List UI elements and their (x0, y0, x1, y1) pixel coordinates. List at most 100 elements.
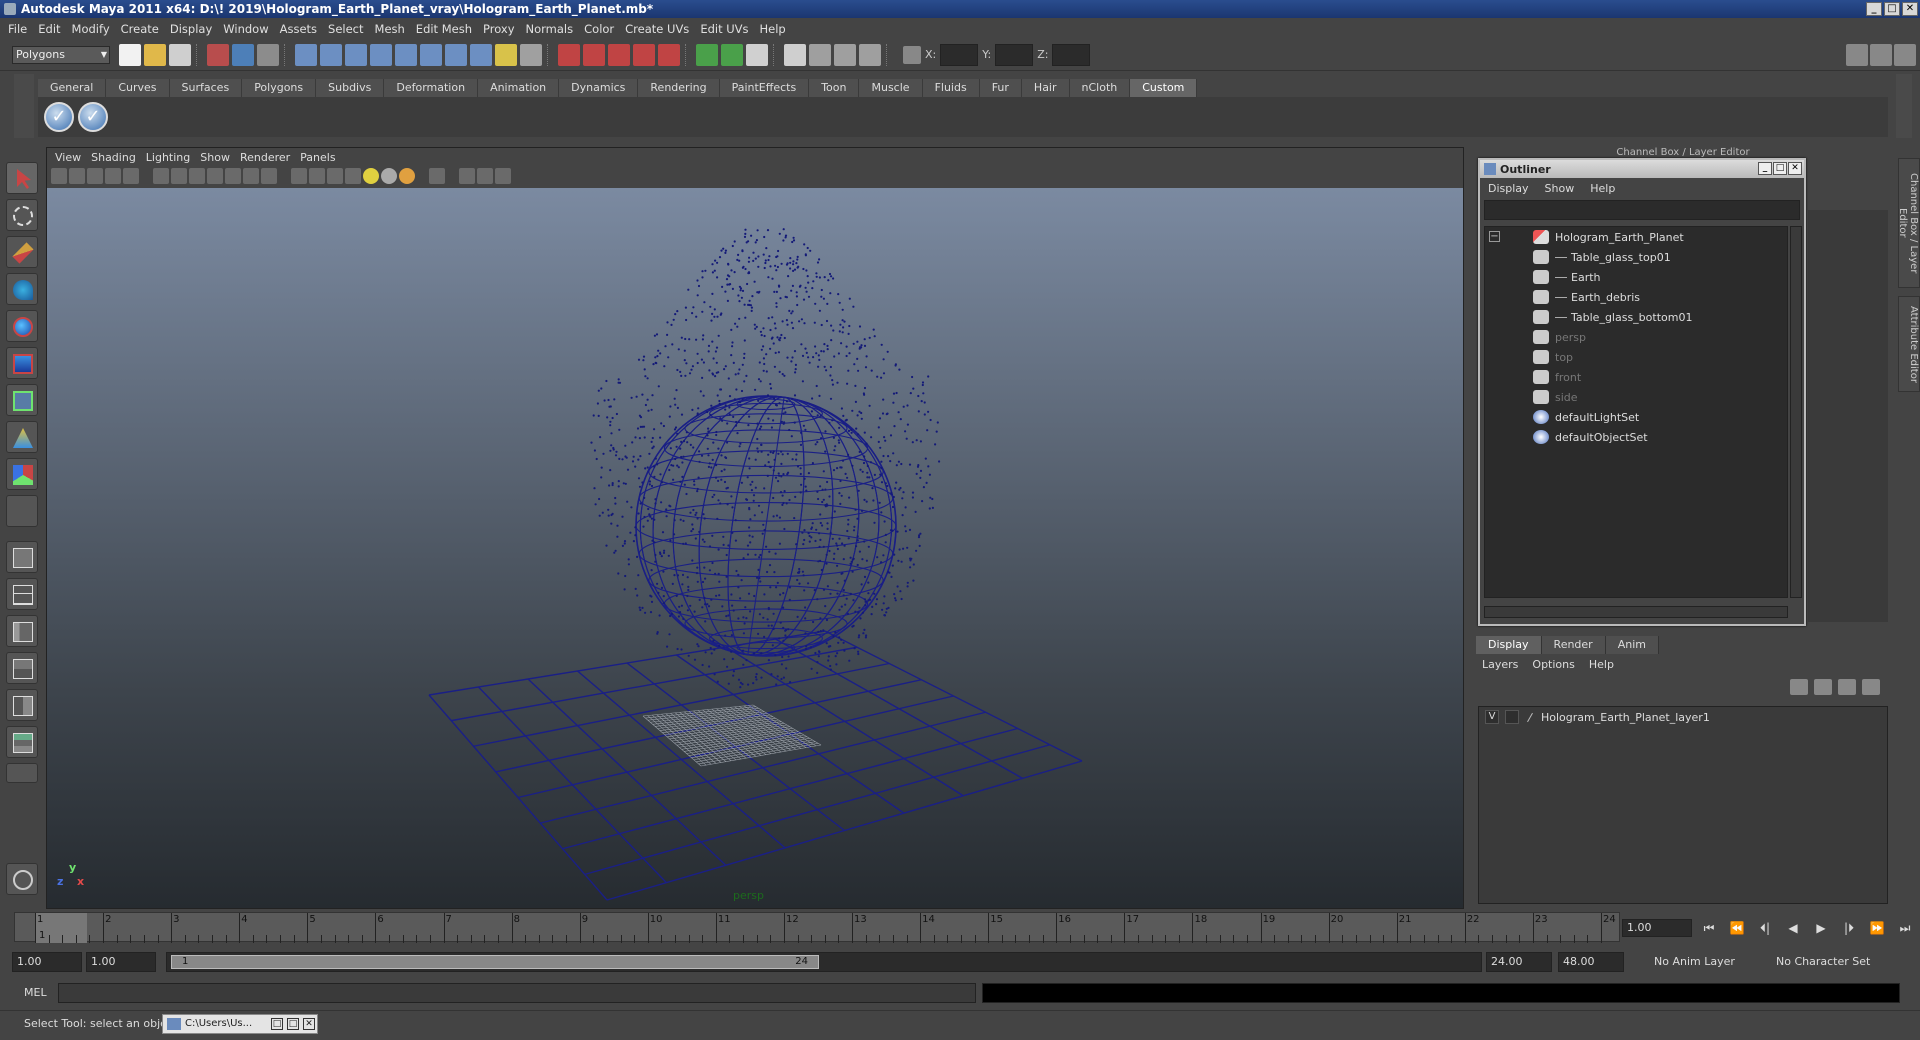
outliner-item[interactable]: front (1485, 367, 1787, 387)
step-back-key-button[interactable]: ⏪ (1726, 919, 1748, 937)
outliner-vertical-scrollbar[interactable] (1790, 226, 1802, 598)
side-tab-channel-box[interactable]: Channel Box / Layer Editor (1897, 158, 1920, 288)
shelf-left-menu[interactable] (14, 74, 34, 138)
range-slider[interactable]: 1 24 (166, 952, 1482, 972)
viewport-menu-lighting[interactable]: Lighting (144, 151, 198, 164)
persp-graph-hypergraph-layout[interactable] (6, 726, 38, 758)
show-hide-tool-settings-icon[interactable] (1870, 43, 1892, 66)
viewport-menu-view[interactable]: View (53, 151, 89, 164)
outliner-item[interactable]: Table_glass_top01 (1485, 247, 1787, 267)
smooth-shade-icon[interactable] (171, 168, 187, 184)
select-rendering-icon[interactable] (445, 43, 467, 66)
go-to-end-button[interactable]: ⏭ (1894, 919, 1916, 937)
layer-color-swatch[interactable] (1527, 712, 1533, 722)
select-camera-icon[interactable] (51, 168, 67, 184)
show-manipulator-tool[interactable] (6, 458, 38, 490)
shelf-tab-curves[interactable]: Curves (106, 79, 170, 97)
shelf-tab-subdivs[interactable]: Subdivs (316, 79, 385, 97)
layer-visibility-toggle[interactable]: V (1485, 710, 1499, 724)
outliner-item[interactable]: defaultLightSet (1485, 407, 1787, 427)
outliner-item[interactable]: defaultObjectSet (1485, 427, 1787, 447)
shelf-tab-hair[interactable]: Hair (1021, 79, 1070, 97)
shelf-tab-deformation[interactable]: Deformation (384, 79, 479, 97)
rotate-tool[interactable] (6, 310, 38, 342)
four-view-layout[interactable] (6, 578, 38, 610)
shelf-scroll-arrows[interactable] (1896, 74, 1912, 138)
paint-select-tool[interactable] (6, 236, 38, 268)
bookmark-icon[interactable] (87, 168, 103, 184)
sphere-orange-icon[interactable] (399, 168, 415, 184)
layer-tab-render[interactable]: Render (1541, 636, 1606, 654)
command-input[interactable] (58, 983, 976, 1003)
create-empty-layer-icon[interactable] (1838, 679, 1856, 695)
outliner-title-bar[interactable]: Outliner _ □ ✕ (1480, 160, 1804, 178)
go-to-start-button[interactable]: ⏮ (1698, 919, 1720, 937)
single-perspective-layout[interactable] (6, 541, 38, 573)
select-joints-icon[interactable] (320, 43, 342, 66)
playback-end-field[interactable]: 24.00 (1486, 952, 1552, 972)
show-hide-attribute-editor-icon[interactable] (1846, 43, 1868, 66)
shelf-tab-rendering[interactable]: Rendering (638, 79, 720, 97)
menu-modify[interactable]: Modify (70, 22, 119, 36)
close-button[interactable]: ✕ (1902, 2, 1918, 16)
outliner-filter-field[interactable] (1484, 200, 1800, 220)
time-slider[interactable]: 1 1 2 3 4 5 6 7 8 9 10 11 12 13 14 15 16 17 18 19 20 21 22 23 2… (14, 912, 1620, 943)
shelf-tab-polygons[interactable]: Polygons (242, 79, 317, 97)
select-handles-icon[interactable] (295, 43, 317, 66)
minimize-button[interactable]: _ (1866, 2, 1882, 16)
textured-icon[interactable] (207, 168, 223, 184)
menu-normals[interactable]: Normals (524, 22, 583, 36)
outliner-menu-display[interactable]: Display (1488, 182, 1545, 195)
step-forward-frame-button[interactable]: |⏵ (1838, 919, 1860, 937)
shelf-tab-fur[interactable]: Fur (979, 79, 1022, 97)
outliner-menu-help[interactable]: Help (1590, 182, 1631, 195)
lock-selection-icon[interactable] (495, 43, 517, 66)
soft-modification-tool[interactable] (6, 421, 38, 453)
layer-tab-display[interactable]: Display (1476, 636, 1542, 654)
highlight-selection-icon[interactable] (520, 43, 542, 66)
last-used-tool[interactable] (6, 495, 38, 527)
shelf-tab-custom[interactable]: Custom (1130, 79, 1198, 97)
input-ops-icon[interactable] (696, 43, 718, 66)
move-layer-down-icon[interactable] (1814, 679, 1832, 695)
select-surfaces-icon[interactable] (370, 43, 392, 66)
scale-tool[interactable] (6, 347, 38, 379)
layer-template-toggle[interactable] (1505, 710, 1519, 724)
side-tab-attribute-editor[interactable]: Attribute Editor (1898, 296, 1920, 392)
menu-assets[interactable]: Assets (278, 22, 326, 36)
select-by-component-icon[interactable] (257, 43, 279, 66)
shadows-icon[interactable] (243, 168, 259, 184)
layer-tab-anim[interactable]: Anim (1605, 636, 1659, 654)
render-settings-icon[interactable] (859, 43, 881, 66)
menu-mesh[interactable]: Mesh (373, 22, 414, 36)
playback-start-field[interactable]: 1.00 (86, 952, 156, 972)
sphere-gray-icon[interactable] (381, 168, 397, 184)
hypershade-layout[interactable] (6, 689, 38, 721)
new-scene-icon[interactable] (119, 43, 141, 66)
z-field[interactable] (1052, 43, 1091, 66)
viewport-menu-show[interactable]: Show (198, 151, 238, 164)
camera-attributes-icon[interactable] (69, 168, 85, 184)
save-scene-icon[interactable] (169, 43, 191, 66)
maximize-button[interactable]: □ (287, 1018, 299, 1030)
render-view-icon[interactable] (784, 43, 806, 66)
close-button[interactable]: ✕ (303, 1018, 315, 1030)
output-ops-icon[interactable] (721, 43, 743, 66)
light-bulb-icon[interactable] (363, 168, 379, 184)
outliner-item[interactable]: side (1485, 387, 1787, 407)
outliner-maximize-button[interactable]: □ (1773, 162, 1787, 175)
viewport-menu-shading[interactable]: Shading (89, 151, 144, 164)
persp-graph-layout[interactable] (6, 652, 38, 684)
menu-help[interactable]: Help (758, 22, 795, 36)
outliner-close-button[interactable]: ✕ (1788, 162, 1802, 175)
shelf-check-icon[interactable]: ✓ (44, 102, 74, 132)
show-hide-channel-box-icon[interactable] (1894, 43, 1916, 66)
mental-ray-tool[interactable] (6, 863, 38, 895)
current-time-field[interactable]: 1.00 (1622, 919, 1692, 937)
viewport-menu-renderer[interactable]: Renderer (238, 151, 298, 164)
menu-window[interactable]: Window (221, 22, 277, 36)
menu-proxy[interactable]: Proxy (481, 22, 524, 36)
range-slider-thumb[interactable]: 1 24 (171, 955, 819, 969)
open-scene-icon[interactable] (144, 43, 166, 66)
select-misc-icon[interactable] (470, 43, 492, 66)
